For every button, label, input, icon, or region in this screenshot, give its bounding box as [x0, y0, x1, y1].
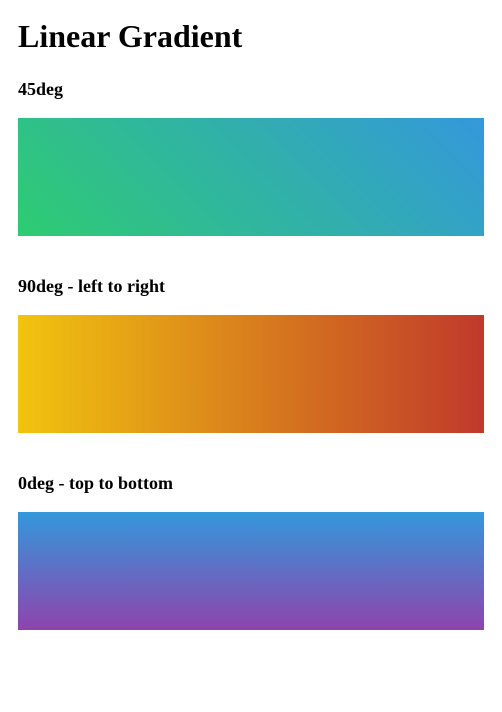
gradient-sample-heading: 90deg - left to right: [18, 276, 484, 297]
gradient-sample: 90deg - left to right: [18, 276, 484, 433]
gradient-sample: 0deg - top to bottom: [18, 473, 484, 630]
gradient-sample-heading: 45deg: [18, 79, 484, 100]
gradient-swatch-0deg: [18, 512, 484, 630]
gradient-sample-heading: 0deg - top to bottom: [18, 473, 484, 494]
gradient-swatch-45deg: [18, 118, 484, 236]
page-title: Linear Gradient: [18, 18, 484, 55]
gradient-sample: 45deg: [18, 79, 484, 236]
gradient-swatch-90deg: [18, 315, 484, 433]
